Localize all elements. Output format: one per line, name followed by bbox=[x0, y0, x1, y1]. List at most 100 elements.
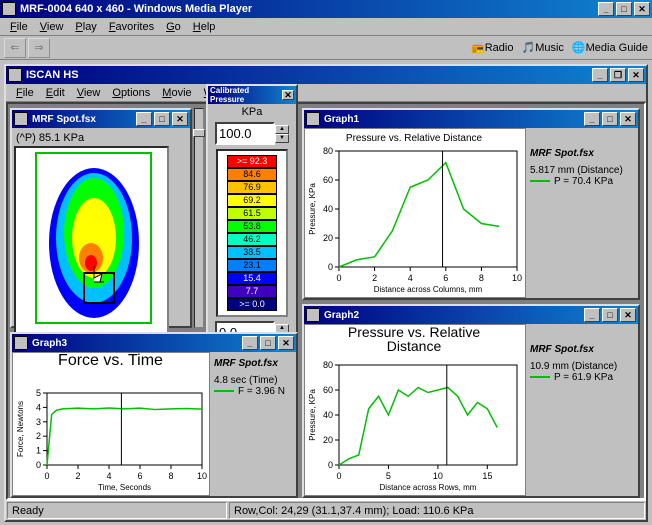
legend-swatch bbox=[530, 180, 550, 182]
svg-text:8: 8 bbox=[479, 273, 484, 283]
minimize-button[interactable]: _ bbox=[592, 68, 608, 82]
svg-text:0: 0 bbox=[336, 471, 341, 481]
graph2-legend: MRF Spot.fsx 10.9 mm (Distance) P = 61.9… bbox=[526, 324, 638, 496]
svg-text:4: 4 bbox=[106, 471, 111, 481]
graph3-titlebar: Graph3 _□✕ bbox=[12, 334, 296, 352]
scale-unit: KPa bbox=[208, 104, 296, 120]
svg-text:0: 0 bbox=[328, 262, 333, 272]
close-button[interactable]: ✕ bbox=[620, 308, 636, 322]
vertical-slider[interactable] bbox=[194, 108, 204, 328]
menu-favorites[interactable]: Favorites bbox=[103, 19, 160, 35]
maximize-button[interactable]: □ bbox=[260, 336, 276, 350]
menu-go[interactable]: Go bbox=[160, 19, 187, 35]
close-button[interactable]: ✕ bbox=[634, 2, 650, 16]
maximize-button[interactable]: □ bbox=[616, 2, 632, 16]
doc-icon bbox=[14, 112, 28, 126]
wmp-toolbar: ⇐ ⇒ 📻 Radio 🎵 Music 🌐 Media Guide bbox=[0, 36, 652, 60]
menu-play[interactable]: Play bbox=[69, 19, 102, 35]
svg-text:10: 10 bbox=[197, 471, 207, 481]
graph2-titlebar: Graph2 _□✕ bbox=[304, 306, 638, 324]
heatmap-canvas[interactable] bbox=[14, 146, 169, 336]
peak-pressure-label: (^P) 85.1 KPa bbox=[14, 130, 188, 146]
close-button[interactable]: ✕ bbox=[282, 90, 294, 100]
svg-text:Distance: Distance bbox=[387, 338, 442, 354]
svg-text:40: 40 bbox=[323, 204, 333, 214]
graph2-wintitle: Graph2 bbox=[324, 310, 584, 321]
graph1-chart[interactable]: Pressure vs. Relative Distance0246810020… bbox=[304, 128, 526, 298]
legend-swatch bbox=[214, 390, 234, 392]
svg-text:20: 20 bbox=[323, 435, 333, 445]
music-link[interactable]: 🎵 Music bbox=[521, 41, 563, 54]
scale-band: 38.5 bbox=[227, 246, 277, 259]
legend-force: F = 3.96 N bbox=[238, 386, 285, 397]
forward-button[interactable]: ⇒ bbox=[28, 38, 50, 58]
scale-band: 23.1 bbox=[227, 259, 277, 272]
menu-options[interactable]: Options bbox=[106, 85, 156, 101]
heatmap-window[interactable]: MRF Spot.fsx _□✕ (^P) 85.1 KPa bbox=[10, 108, 192, 328]
graph3-wintitle: Graph3 bbox=[32, 338, 242, 349]
scale-title: Calibrated Pressure bbox=[210, 86, 282, 104]
minimize-button[interactable]: _ bbox=[598, 2, 614, 16]
wmp-menubar: FileViewPlayFavoritesGoHelp bbox=[0, 18, 652, 36]
close-button[interactable]: ✕ bbox=[278, 336, 294, 350]
close-button[interactable]: ✕ bbox=[172, 112, 188, 126]
graph2-chart[interactable]: Pressure vs. Relative Distance0510150204… bbox=[304, 324, 526, 496]
menu-help[interactable]: Help bbox=[187, 19, 222, 35]
radio-link[interactable]: 📻 Radio bbox=[471, 41, 513, 54]
svg-text:6: 6 bbox=[443, 273, 448, 283]
svg-text:8: 8 bbox=[168, 471, 173, 481]
graph1-titlebar: Graph1 _□✕ bbox=[304, 110, 638, 128]
menu-view[interactable]: View bbox=[71, 85, 107, 101]
minimize-button[interactable]: _ bbox=[584, 112, 600, 126]
svg-text:60: 60 bbox=[323, 175, 333, 185]
menu-movie[interactable]: Movie bbox=[156, 85, 197, 101]
iscan-title: ISCAN HS bbox=[26, 69, 592, 81]
scale-band: 15.4 bbox=[227, 272, 277, 285]
graph3-chart[interactable]: Force vs. Time0246810012345Time, Seconds… bbox=[12, 352, 210, 496]
slider-thumb[interactable] bbox=[193, 129, 205, 137]
menu-file[interactable]: File bbox=[10, 85, 40, 101]
graph3-window[interactable]: Graph3 _□✕ Force vs. Time0246810012345Ti… bbox=[10, 332, 298, 498]
minimize-button[interactable]: _ bbox=[242, 336, 258, 350]
menu-edit[interactable]: Edit bbox=[40, 85, 71, 101]
svg-text:2: 2 bbox=[75, 471, 80, 481]
legend-file: MRF Spot.fsx bbox=[530, 344, 634, 355]
spin-down[interactable]: ▼ bbox=[275, 134, 289, 143]
svg-text:Pressure, KPa: Pressure, KPa bbox=[308, 389, 317, 441]
scale-band: >= 0.0 bbox=[227, 298, 277, 311]
svg-text:Force vs. Time: Force vs. Time bbox=[58, 353, 163, 369]
chart-icon bbox=[306, 112, 320, 126]
svg-text:15: 15 bbox=[482, 471, 492, 481]
legend-swatch bbox=[530, 376, 550, 378]
media-guide-link[interactable]: 🌐 Media Guide bbox=[572, 41, 648, 54]
scale-max-input[interactable] bbox=[215, 122, 275, 145]
svg-text:40: 40 bbox=[323, 410, 333, 420]
minimize-button[interactable]: _ bbox=[136, 112, 152, 126]
svg-text:5: 5 bbox=[386, 471, 391, 481]
spin-up[interactable]: ▲ bbox=[275, 125, 289, 134]
back-button[interactable]: ⇐ bbox=[4, 38, 26, 58]
maximize-button[interactable]: □ bbox=[154, 112, 170, 126]
close-button[interactable]: ✕ bbox=[628, 68, 644, 82]
svg-text:4: 4 bbox=[36, 402, 41, 412]
close-button[interactable]: ✕ bbox=[620, 112, 636, 126]
graph2-window[interactable]: Graph2 _□✕ Pressure vs. Relative Distanc… bbox=[302, 304, 640, 498]
maximize-button[interactable]: □ bbox=[602, 112, 618, 126]
menu-file[interactable]: File bbox=[4, 19, 34, 35]
restore-button[interactable]: ❐ bbox=[610, 68, 626, 82]
wmp-title: MRF-0004 640 x 460 - Windows Media Playe… bbox=[20, 3, 598, 15]
graph1-window[interactable]: Graph1 _□✕ Pressure vs. Relative Distanc… bbox=[302, 108, 640, 300]
svg-text:Pressure vs. Relative Distance: Pressure vs. Relative Distance bbox=[346, 133, 483, 144]
menu-view[interactable]: View bbox=[34, 19, 70, 35]
svg-text:80: 80 bbox=[323, 146, 333, 156]
maximize-button[interactable]: □ bbox=[602, 308, 618, 322]
legend-pressure: P = 61.9 KPa bbox=[554, 372, 613, 383]
pressure-scale-window[interactable]: Calibrated Pressure ✕ KPa ▲▼ >= 92.384.6… bbox=[206, 84, 298, 374]
svg-text:10: 10 bbox=[512, 273, 522, 283]
svg-text:Force, Newtons: Force, Newtons bbox=[16, 401, 25, 457]
iscan-menubar: FileEditViewOptionsMovieWindowHelp bbox=[6, 84, 646, 102]
svg-text:0: 0 bbox=[36, 460, 41, 470]
minimize-button[interactable]: _ bbox=[584, 308, 600, 322]
legend-time: 4.8 sec (Time) bbox=[214, 375, 292, 386]
svg-text:20: 20 bbox=[323, 233, 333, 243]
